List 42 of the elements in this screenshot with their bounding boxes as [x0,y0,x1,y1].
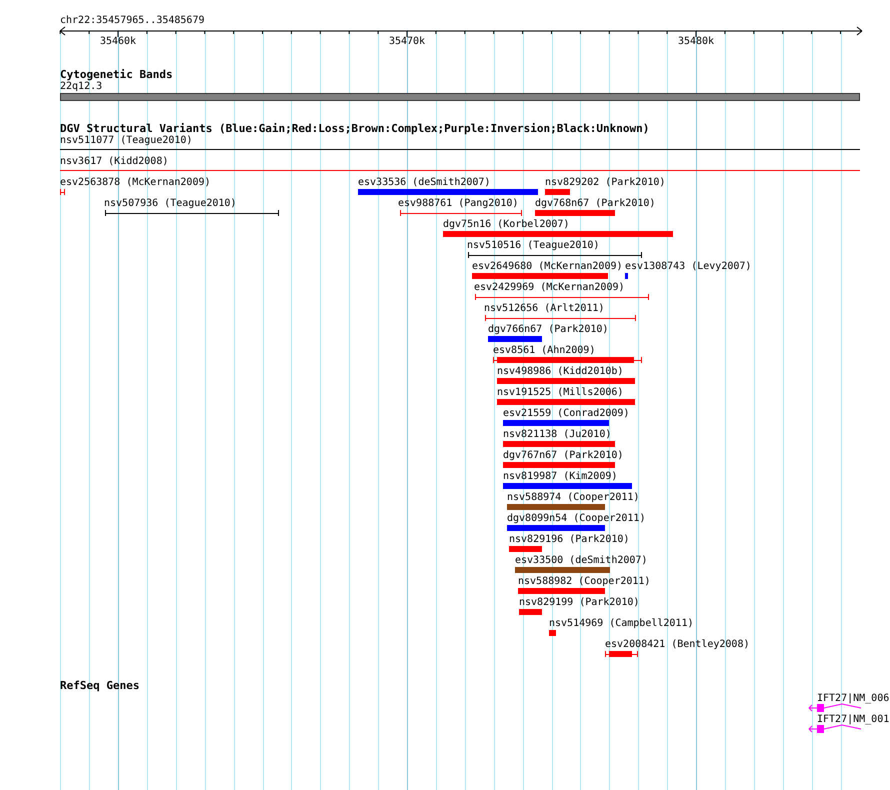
variant-label: nsv511077 (Teague2010) [60,135,192,146]
variant-label: esv2008421 (Bentley2008) [605,639,750,650]
ruler-tick-label: 35480k [678,36,714,47]
variant-label: dgv767n67 (Park2010) [503,450,624,461]
track-title: Cytogenetic Bands [60,69,173,81]
band-label: 22q12.3 [60,81,102,92]
variant-label: nsv512656 (Arlt2011) [484,303,604,314]
variant-label: dgv766n67 (Park2010) [488,324,608,335]
variant-label: nsv829202 (Park2010) [545,177,666,188]
variant-label: esv988761 (Pang2010) [398,198,518,209]
range-label: chr22:35457965..35485679 [60,15,204,26]
gene-model-drawing [808,702,862,714]
variant-label: nsv514969 (Campbell2011) [549,618,694,629]
variant-label: nsv191525 (Mills2006) [497,387,624,398]
track-title: DGV Structural Variants (Blue:Gain;Red:Loss;Brown:Complex;Purple:Inversion;Black:Unknown) [60,123,650,135]
variant-label: esv1308743 (Levy2007) [625,261,752,272]
variant-label: esv2649680 (McKernan2009) [472,261,623,272]
variant-label: nsv507936 (Teague2010) [104,198,236,209]
ruler-tick-label: 35460k [100,36,136,47]
variant-label: esv21559 (Conrad2009) [503,408,630,419]
variant-label: dgv75n16 (Korbel2007) [443,219,570,230]
variant-label: nsv588974 (Cooper2011) [507,492,640,503]
gene-label: IFT27|NM_006 [817,693,890,704]
variant-label: esv33536 (deSmith2007) [358,177,490,188]
variant-label: nsv829199 (Park2010) [519,597,640,608]
gene-label: IFT27|NM_001 [817,714,890,725]
variant-label: dgv768n67 (Park2010) [535,198,656,209]
variant-label: nsv588982 (Cooper2011) [518,576,650,587]
track-title: RefSeq Genes [60,680,140,692]
variant-label: nsv3617 (Kidd2008) [60,156,168,167]
variant-label: nsv498986 (Kidd2010b) [497,366,624,377]
variant-label: esv8561 (Ahn2009) [493,345,596,356]
gene-model-drawing [808,723,862,735]
ruler-tick-label: 35470k [388,36,426,47]
variant-label: nsv821138 (Ju2010) [503,429,612,440]
variant-label: esv2429969 (McKernan2009) [474,282,625,293]
variant-label: esv33500 (deSmith2007) [515,555,648,566]
variant-label: nsv510516 (Teague2010) [467,240,600,251]
variant-label: esv2563878 (McKernan2009) [60,177,211,188]
variant-label: dgv8099n54 (Cooper2011) [507,513,646,524]
variant-label: nsv829196 (Park2010) [509,534,630,545]
variant-label: nsv819987 (Kim2009) [503,471,618,482]
